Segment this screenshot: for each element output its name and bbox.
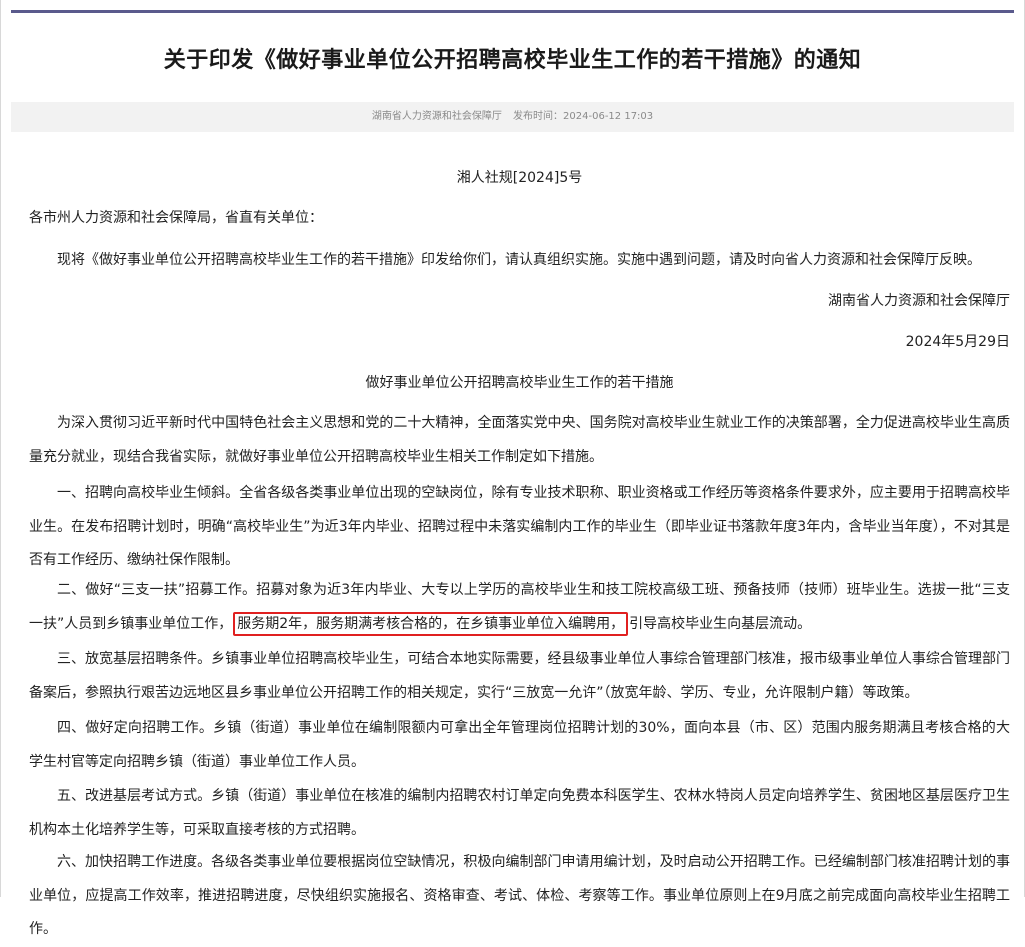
article-page: 关于印发《做好事业单位公开招聘高校毕业生工作的若干措施》的通知 湖南省人力资源和… <box>0 0 1025 937</box>
measure-6-paragraph: 六、加快招聘工作进度。各级各类事业单位要根据岗位空缺情况，积极向编制部门申请用编… <box>29 854 1010 937</box>
preamble-paragraph: 为深入贯彻习近平新时代中国特色社会主义思想和党的二十大精神，全面落实党中央、国务… <box>29 415 1010 465</box>
publish-date-label: 发布时间： <box>513 111 564 122</box>
publisher-label: 湖南省人力资源和社会保障厅 <box>371 111 502 122</box>
publish-date-value: 2024-06-12 17:03 <box>563 111 654 122</box>
publish-date: 发布时间：2024-06-12 17:03 <box>513 111 653 122</box>
highlighted-text-box: 服务期2年，服务期满考核合格的，在乡镇事业单位入编聘用， <box>233 611 629 636</box>
measure-2-paragraph: 二、做好“三支一扶”招募工作。招募对象为近3年内毕业、大专以上学历的高校毕业生和… <box>29 574 1010 641</box>
document-number: 湘人社规[2024]5号 <box>456 170 583 186</box>
signature-date: 2024年5月29日 <box>905 334 1010 350</box>
measure-3-paragraph: 三、放宽基层招聘条件。乡镇事业单位招聘高校毕业生，可结合本地实际需要，经县级事业… <box>29 651 1010 701</box>
section-subtitle: 做好事业单位公开招聘高校毕业生工作的若干措施 <box>365 375 674 391</box>
article-meta-bar: 湖南省人力资源和社会保障厅 发布时间：2024-06-12 17:03 <box>11 102 1014 132</box>
measure-1-paragraph: 一、招聘向高校毕业生倾斜。全省各级各类事业单位出现的空缺岗位，除有专业技术职称、… <box>29 485 1010 568</box>
measure-4-paragraph: 四、做好定向招聘工作。乡镇（街道）事业单位在编制限额内可拿出全年管理岗位招聘计划… <box>29 720 1010 770</box>
top-accent-bar <box>11 10 1014 13</box>
measure-5-paragraph: 五、改进基层考试方式。乡镇（街道）事业单位在核准的编制内招聘农村订单定向免费本科… <box>29 788 1010 838</box>
measure-2-text-after: 引导高校毕业生向基层流动。 <box>629 615 812 632</box>
article-title: 关于印发《做好事业单位公开招聘高校毕业生工作的若干措施》的通知 <box>163 48 862 73</box>
addressee: 各市州人力资源和社会保障局，省直有关单位： <box>29 210 323 226</box>
signature-org: 湖南省人力资源和社会保障厅 <box>828 293 1010 309</box>
intro-paragraph: 现将《做好事业单位公开招聘高校毕业生工作的若干措施》印发给你们，请认真组织实施。… <box>57 252 981 268</box>
